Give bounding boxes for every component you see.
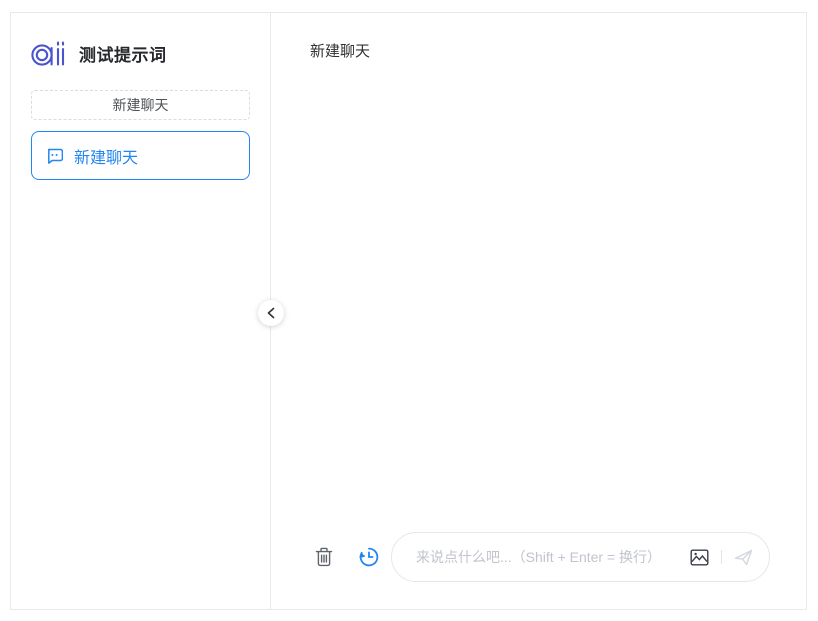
chevron-left-icon	[266, 307, 276, 319]
composer-divider	[721, 550, 722, 564]
ai-logo-icon	[31, 40, 67, 67]
chat-panel: 新建聊天	[271, 13, 806, 609]
clock-history-icon	[358, 546, 380, 568]
brand: 测试提示词	[31, 39, 250, 67]
image-icon	[690, 549, 709, 566]
chat-bubble-icon	[46, 148, 63, 164]
history-button[interactable]	[358, 546, 380, 568]
trash-icon	[315, 547, 333, 567]
new-chat-button[interactable]: 新建聊天	[31, 90, 250, 120]
message-input[interactable]	[416, 549, 690, 565]
chat-title: 新建聊天	[271, 13, 806, 61]
chat-messages-area	[271, 61, 806, 532]
composer	[271, 532, 806, 609]
send-icon	[734, 549, 753, 566]
sidebar: 测试提示词 新建聊天 新建聊天	[11, 13, 271, 609]
app-window: 测试提示词 新建聊天 新建聊天 新建聊天	[10, 12, 807, 610]
upload-image-button[interactable]	[690, 549, 709, 566]
clear-chat-button[interactable]	[315, 547, 333, 567]
chat-list-item-selected[interactable]: 新建聊天	[31, 131, 250, 180]
chat-item-label: 新建聊天	[74, 144, 138, 168]
app-title: 测试提示词	[79, 41, 167, 66]
message-input-wrapper	[391, 532, 770, 582]
send-button[interactable]	[734, 549, 753, 566]
collapse-sidebar-button[interactable]	[258, 300, 284, 326]
